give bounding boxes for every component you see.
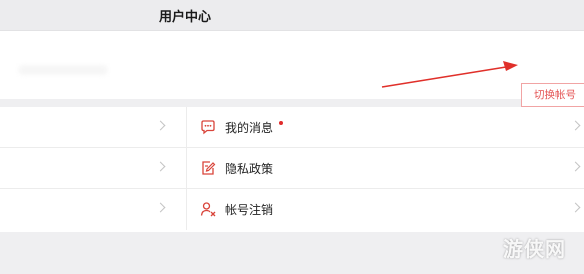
account-section: 切换帐号: [0, 31, 584, 107]
menu-item-messages[interactable]: 我的消息: [186, 107, 584, 148]
chevron-right-icon: [570, 202, 581, 213]
chevron-right-icon: [155, 202, 166, 213]
top-bar: 用户中心: [0, 0, 584, 31]
chevron-right-icon: [570, 120, 581, 131]
chevron-right-icon: [155, 120, 166, 131]
chevron-right-icon: [155, 161, 166, 172]
page-title: 用户中心: [158, 10, 211, 25]
message-bubble-icon: [201, 120, 215, 135]
watermark-logo: 游侠网: [503, 237, 566, 261]
account-name-blurred: [18, 65, 108, 75]
user-remove-icon: [200, 202, 216, 217]
menu-item-privacy-policy[interactable]: 隐私政策: [186, 148, 584, 189]
notification-dot: [279, 121, 283, 125]
menu-section: 我的消息 隐私政策 帐号注销: [0, 107, 584, 232]
chevron-right-icon: [570, 161, 581, 172]
menu-item-delete-account[interactable]: 帐号注销: [186, 189, 584, 230]
menu-item-label: 隐私政策: [225, 162, 274, 176]
switch-account-button[interactable]: 切换帐号: [521, 83, 584, 107]
menu-row-left-2[interactable]: [0, 148, 186, 189]
menu-row-left-3[interactable]: [0, 189, 186, 230]
document-edit-icon: [202, 161, 216, 175]
menu-row-left-1[interactable]: [0, 107, 186, 148]
menu-item-label: 帐号注销: [225, 203, 274, 217]
menu-item-label: 我的消息: [225, 121, 274, 135]
